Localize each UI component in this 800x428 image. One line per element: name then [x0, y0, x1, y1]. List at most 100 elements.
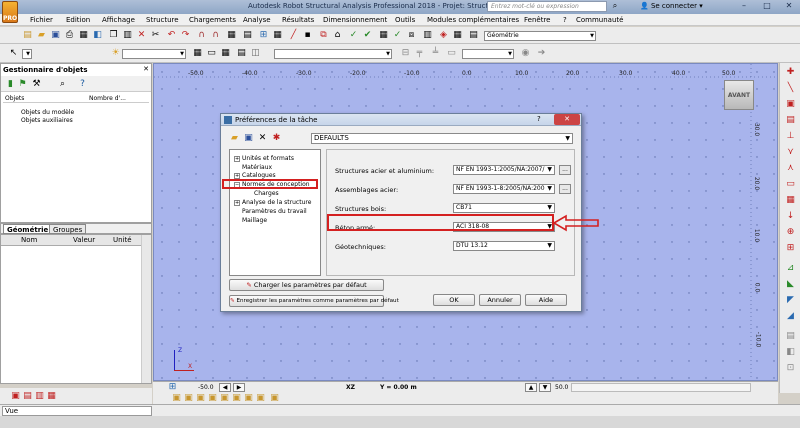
table-icon[interactable]: ▦ [272, 30, 283, 41]
bar-icon[interactable]: ⧉ [318, 30, 329, 41]
map-tool-icon[interactable]: ◤ [785, 295, 796, 306]
help-button[interactable]: Aide [525, 294, 567, 306]
section-icon[interactable]: ⊞ [258, 30, 269, 41]
dialog-help-button[interactable]: ? [537, 115, 541, 123]
selection-filter[interactable]: ▼ [22, 49, 32, 59]
nav-forward-button[interactable]: ▶ [233, 383, 245, 392]
name-column[interactable]: Nom [21, 236, 37, 244]
tree-item-units[interactable]: + Unités et formats [234, 155, 294, 162]
toggle-loads-icon[interactable]: ▣ [219, 393, 230, 404]
view-3d-icon[interactable]: ⊞ [167, 382, 178, 393]
toggle-sections-icon[interactable]: ▣ [231, 393, 242, 404]
tab-geometry[interactable]: Géométrie [3, 224, 53, 234]
menu-community[interactable]: Communauté [576, 16, 623, 24]
menu-design[interactable]: Dimensionnement [323, 16, 387, 24]
magnifier-icon[interactable]: ⌕ [57, 79, 68, 90]
combination-tool-icon[interactable]: ⊕ [785, 227, 796, 238]
rc-design-icon[interactable]: ▦ [452, 30, 463, 41]
paste-icon[interactable]: ▥ [122, 30, 133, 41]
print-report-icon[interactable]: ▥ [34, 391, 45, 402]
view-select[interactable]: ▼ [274, 49, 392, 59]
toggle-supports-icon[interactable]: ▣ [207, 393, 218, 404]
design-icon[interactable]: ▥ [422, 30, 433, 41]
section-tool-icon[interactable]: ▣ [785, 99, 796, 110]
value-column[interactable]: Valeur [73, 236, 95, 244]
panel-tool-icon[interactable]: ▭ [785, 179, 796, 190]
menu-results[interactable]: Résultats [282, 16, 314, 24]
beam-icon[interactable]: ╤ [414, 48, 425, 59]
menu-view[interactable]: Affichage [102, 16, 135, 24]
preset-select[interactable]: DEFAULTS ▼ [311, 133, 573, 144]
save-icon[interactable]: ▣ [50, 30, 61, 41]
steel-code-browse-button[interactable]: ... [559, 165, 571, 175]
load-defaults-button[interactable]: ✎ Charger les paramètres par défaut [229, 279, 384, 291]
table-report-icon[interactable]: ▦ [46, 391, 57, 402]
menu-window[interactable]: Fenêtre [524, 16, 550, 24]
delete-icon[interactable]: ✕ [257, 133, 268, 144]
menu-help[interactable]: ? [563, 16, 567, 24]
member-icon[interactable]: ╱ [288, 30, 299, 41]
filter-icon[interactable]: ⚑ [17, 79, 28, 90]
properties-tool-icon[interactable]: ▤ [785, 331, 796, 342]
menu-tools[interactable]: Outils [395, 16, 415, 24]
reset-icon[interactable]: ✱ [271, 133, 282, 144]
level-down-button[interactable]: ▼ [539, 383, 551, 392]
toggle-grid-icon[interactable]: ▣ [255, 393, 266, 404]
geotech-code-select[interactable]: DTU 13.12 ▼ [453, 241, 555, 251]
cut-icon[interactable]: ✂ [150, 30, 161, 41]
magnet-icon[interactable]: ∩ [196, 30, 207, 41]
tree-item-catalogs[interactable]: + Catalogues [234, 172, 276, 179]
snap-icon[interactable]: ∩ [210, 30, 221, 41]
sun-icon[interactable]: ☀ [110, 48, 121, 59]
results-tool-icon[interactable]: ◣ [785, 279, 796, 290]
delete-icon[interactable]: ✕ [136, 30, 147, 41]
structure-icon[interactable]: ⊟ [400, 48, 411, 59]
timber-code-select[interactable]: CB71 ▼ [453, 203, 555, 213]
column-icon[interactable]: ╧ [430, 48, 441, 59]
support-icon[interactable]: ✓ [348, 30, 359, 41]
toggle-nodes-icon[interactable]: ▣ [171, 393, 182, 404]
tree-node-aux-objects[interactable]: Objets auxiliaires [21, 117, 73, 124]
screen-capture-icon[interactable]: ◧ [92, 30, 103, 41]
search-icon[interactable]: ⌕ [609, 1, 621, 12]
search-input[interactable]: Entrez mot-clé ou expression [487, 1, 607, 12]
print-icon[interactable]: ⎙ [64, 30, 75, 41]
tab-groups[interactable]: Groupes [49, 224, 87, 234]
node-tool-icon[interactable]: ✚ [785, 67, 796, 78]
display-icon[interactable]: ◫ [250, 48, 261, 59]
results-icon[interactable]: ⧈ [406, 30, 417, 41]
steel-design-icon[interactable]: ◈ [438, 30, 449, 41]
level-up-button[interactable]: ▲ [525, 383, 537, 392]
tree-item-structure-analysis[interactable]: + Analyse de la structure [234, 199, 311, 206]
undo-icon[interactable]: ↶ [166, 30, 177, 41]
save-defaults-button[interactable]: ✎ Enregistrer les paramètres comme param… [229, 295, 399, 307]
verify-icon[interactable]: ✓ [392, 30, 403, 41]
calc-run-icon[interactable]: ▦ [378, 30, 389, 41]
maximize-button[interactable]: □ [756, 1, 778, 12]
menu-addins[interactable]: Modules complémentaires [427, 16, 519, 24]
objects-column[interactable]: Objets [5, 95, 24, 102]
load-tool-icon[interactable]: ↓ [785, 211, 796, 222]
expand-icon[interactable]: + [234, 172, 240, 179]
help-icon[interactable]: ? [77, 79, 88, 90]
plate-icon[interactable]: ▭ [446, 48, 457, 59]
menu-analysis[interactable]: Analyse [243, 16, 271, 24]
layout-select[interactable]: Géométrie ▼ [484, 31, 596, 41]
copy-icon[interactable]: ❐ [108, 30, 119, 41]
close-icon[interactable]: ✕ [143, 65, 149, 73]
expand-icon[interactable]: + [234, 199, 240, 206]
tools-icon[interactable]: ⚒ [31, 79, 42, 90]
attrib-icon[interactable]: ▦ [192, 48, 203, 59]
solid-icon[interactable]: ◉ [520, 48, 531, 59]
app-logo[interactable]: PRO [2, 1, 18, 23]
menu-edit[interactable]: Edition [66, 16, 90, 24]
tree-item-meshing[interactable]: Maillage [242, 217, 267, 224]
arrow-right-icon[interactable]: ➔ [536, 48, 547, 59]
thickness-tool-icon[interactable]: ▦ [785, 195, 796, 206]
expand-icon[interactable]: + [234, 155, 240, 162]
dialog-close-button[interactable]: ✕ [554, 114, 580, 125]
view-tool-icon[interactable]: ◧ [785, 347, 796, 358]
analysis-tool-icon[interactable]: ⊿ [785, 263, 796, 274]
cancel-button[interactable]: Annuler [479, 294, 521, 306]
cursor-icon[interactable]: ↖ [8, 48, 19, 59]
